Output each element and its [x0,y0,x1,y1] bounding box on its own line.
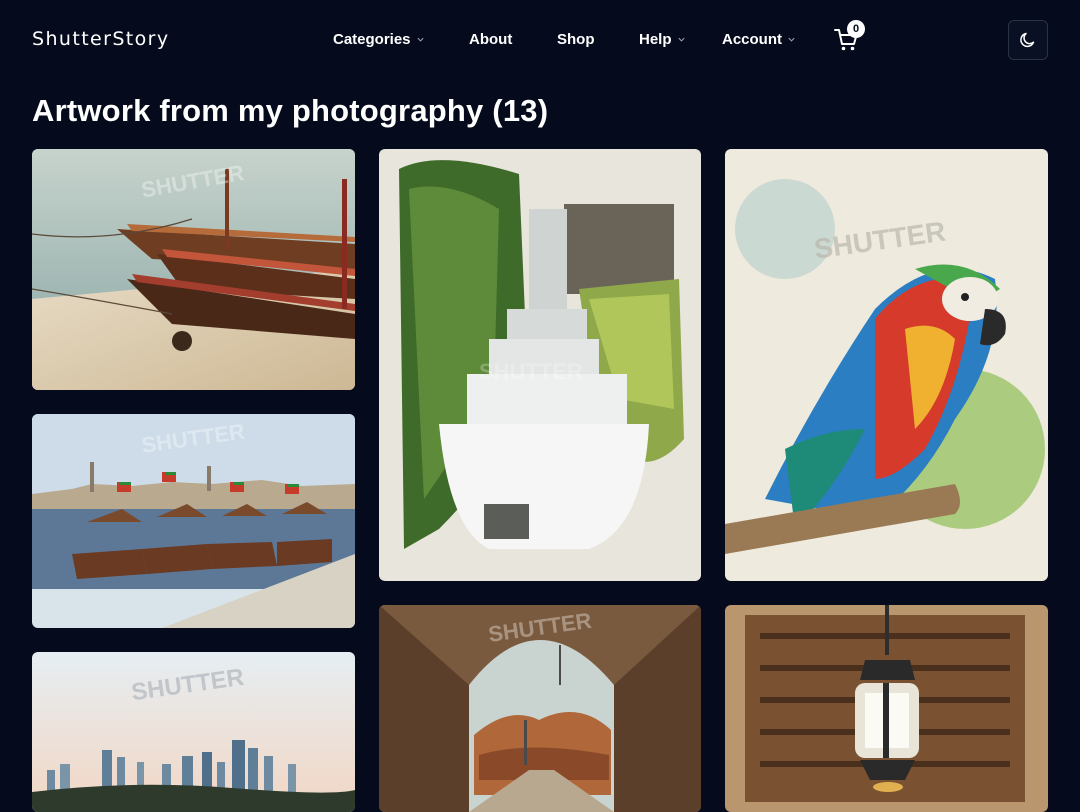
artwork-card-tunnel[interactable]: SHUTTER [379,605,701,812]
artwork-card-abra[interactable]: SHUTTER [32,414,355,628]
artwork-image: SHUTTER [725,149,1048,581]
artwork-image: SHUTTER [379,149,701,581]
artwork-card-boats[interactable]: SHUTTER [32,149,355,390]
nav-account-label: Account [722,31,782,48]
artwork-image: SHUTTER [32,414,355,628]
nav-categories[interactable]: Categories [333,31,425,48]
site-header: ShutterStory Categories About Shop Help … [0,0,1080,80]
nav-account[interactable]: Account [722,31,796,48]
watermark-text: SHUTTER [479,359,583,384]
nav-shop[interactable]: Shop [557,31,595,48]
chevron-down-icon [416,37,424,42]
brand-logo[interactable]: ShutterStory [32,28,170,50]
nav-help-label: Help [639,31,672,48]
artwork-card-lantern[interactable] [725,605,1048,812]
artwork-card-waterfall[interactable]: SHUTTER [379,149,701,581]
moon-icon [1020,32,1035,48]
artwork-image: SHUTTER [379,605,701,812]
artwork-card-parrot[interactable]: SHUTTER [725,149,1048,581]
cart-count-badge: 0 [847,20,865,38]
artwork-image [725,605,1048,812]
chevron-down-icon [677,37,685,42]
nav-about[interactable]: About [469,31,512,48]
artwork-card-skyline[interactable]: SHUTTER [32,652,355,812]
nav-help[interactable]: Help [639,31,686,48]
artwork-image: SHUTTER [32,149,355,390]
chevron-down-icon [788,37,795,42]
nav-shop-label: Shop [557,31,595,48]
nav-about-label: About [469,31,513,48]
artwork-image: SHUTTER [32,652,355,812]
theme-toggle-button[interactable] [1008,20,1048,60]
page-title: Artwork from my photography (13) [32,93,549,128]
nav-categories-label: Categories [333,31,411,48]
